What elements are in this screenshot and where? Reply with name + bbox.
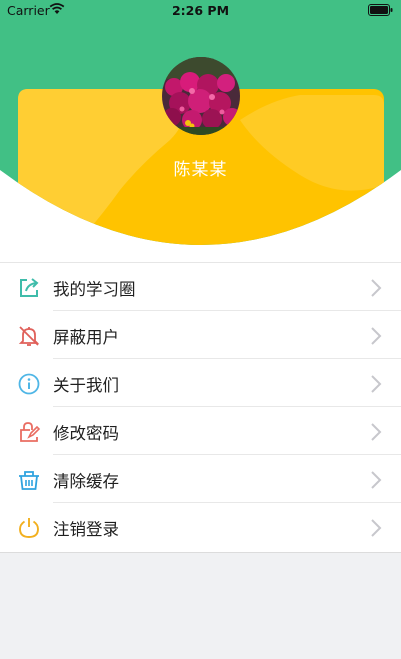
share-icon (20, 278, 39, 297)
basket-icon (19, 471, 39, 490)
menu-item-about-us[interactable]: 关于我们 (0, 359, 401, 407)
chevron-right-icon (371, 327, 382, 345)
user-name: 陈某某 (173, 160, 228, 180)
chevron-right-icon (371, 279, 382, 297)
flower-photo (162, 57, 240, 135)
bell-off-icon (18, 326, 40, 346)
menu-item-label: 我的学习圈 (53, 280, 136, 299)
menu-item-label: 注销登录 (53, 520, 119, 539)
battery-icon (368, 4, 393, 16)
menu-item-label: 关于我们 (53, 376, 119, 395)
chevron-right-icon (371, 423, 382, 441)
clock: 2:26 PM (171, 3, 230, 18)
power-icon (19, 518, 39, 538)
edit-lock-icon (20, 422, 41, 442)
chevron-right-icon (371, 471, 382, 489)
menu-item-change-password[interactable]: 修改密码 (0, 407, 401, 455)
settings-menu: 我的学习圈 屏蔽用户 关于我们 修改密码 清除缓存 注销登录 (0, 262, 401, 553)
status-bar: Carrier 2:26 PM (0, 0, 401, 22)
menu-item-block-users[interactable]: 屏蔽用户 (0, 311, 401, 359)
menu-item-label: 屏蔽用户 (53, 328, 119, 347)
menu-item-clear-cache[interactable]: 清除缓存 (0, 455, 401, 503)
menu-item-study-circle[interactable]: 我的学习圈 (0, 263, 401, 311)
menu-item-label: 修改密码 (53, 424, 119, 443)
menu-item-logout[interactable]: 注销登录 (0, 503, 401, 551)
menu-item-label: 清除缓存 (53, 472, 119, 491)
info-icon (18, 373, 40, 395)
avatar[interactable] (162, 57, 240, 135)
chevron-right-icon (371, 519, 382, 537)
chevron-right-icon (371, 375, 382, 393)
